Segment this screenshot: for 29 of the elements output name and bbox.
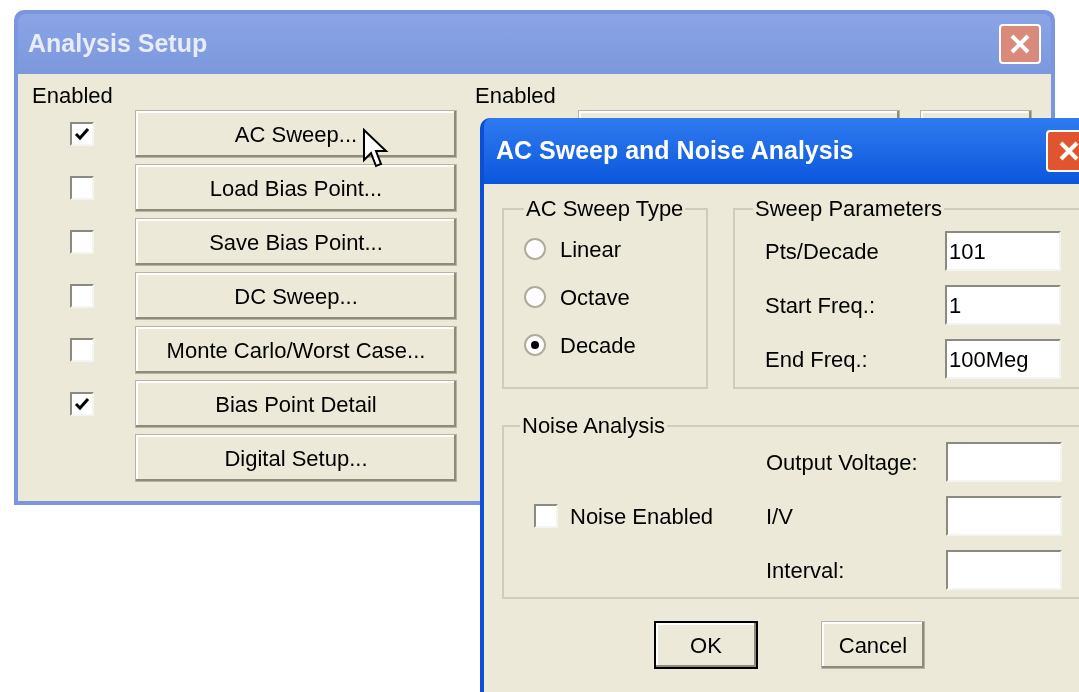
analysis-button[interactable]: Save Bias Point... [135,218,457,266]
analysis-button[interactable]: Load Bias Point... [135,164,457,212]
field-label: Pts/Decade [765,237,880,266]
analysis-button[interactable]: Monte Carlo/Worst Case... [135,326,457,374]
dialog-button[interactable]: OK [654,621,758,669]
field-label: Start Freq.: [765,291,877,320]
window-title: AC Sweep and Noise Analysis [496,135,854,167]
input-field[interactable]: 100Meg [945,339,1061,379]
analysis-button[interactable]: AC Sweep... [135,110,457,158]
group-title: Sweep Parameters [754,195,944,223]
group-title: Noise Analysis [521,412,667,440]
radio-label: Linear [560,235,622,264]
analysis-button[interactable]: DC Sweep... [135,272,457,320]
digital-setup-button[interactable]: Digital Setup... [135,434,457,482]
analysis-button[interactable]: Bias Point Detail [135,380,457,428]
field-label: Interval: [766,556,846,585]
field-label: I/V [766,502,794,531]
window-title: Analysis Setup [28,28,208,60]
column-label: Enabled [32,81,114,110]
input-field[interactable]: 1 [945,285,1061,325]
dialog-button[interactable]: Cancel [821,621,925,669]
radio-label: Decade [560,331,636,360]
checkbox-label: Noise Enabled [570,502,714,531]
field-label: Output Voltage: [766,448,919,477]
field-label: End Freq.: [765,345,869,374]
input-field[interactable]: 101 [945,231,1061,271]
column-label: Enabled [475,81,556,110]
group-title: AC Sweep Type [525,195,685,223]
radio-label: Octave [560,283,630,312]
